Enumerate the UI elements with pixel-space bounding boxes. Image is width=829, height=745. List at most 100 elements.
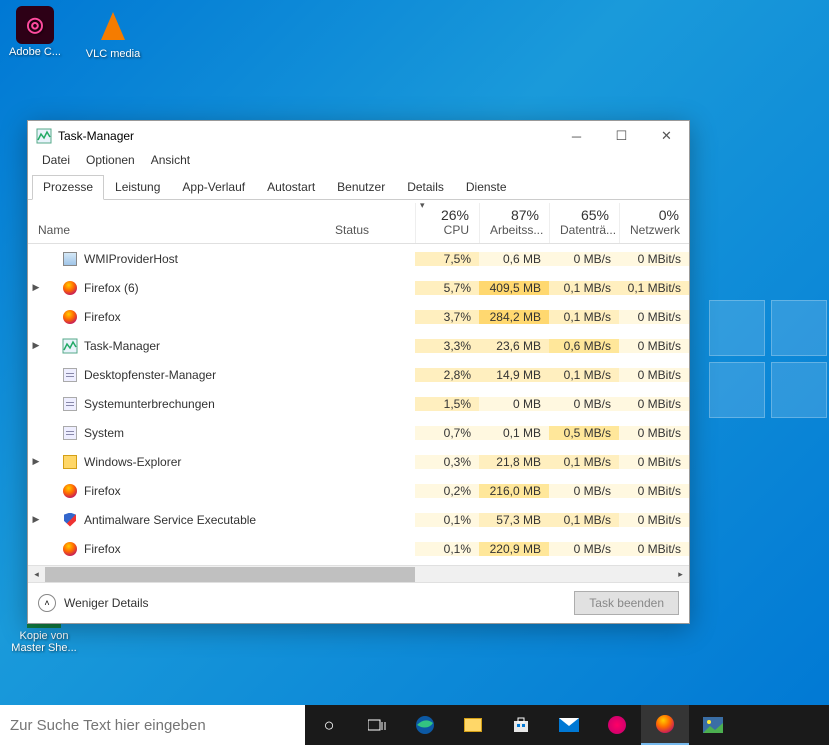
cpu-value: 3,3% xyxy=(415,339,479,353)
table-row[interactable]: System0,7%0,1 MB0,5 MB/s0 MBit/s xyxy=(28,418,689,447)
network-value: 0 MBit/s xyxy=(619,339,689,353)
collapse-details-icon[interactable]: ˄ xyxy=(38,594,56,612)
window-title: Task-Manager xyxy=(58,129,554,143)
process-icon xyxy=(62,483,78,499)
network-value: 0 MBit/s xyxy=(619,513,689,527)
desktop-icon-adobe[interactable]: ◎ Adobe C... xyxy=(0,2,70,62)
column-memory[interactable]: 87%Arbeitss... xyxy=(479,203,549,243)
process-rows: WMIProviderHost7,5%0,6 MB0 MB/s0 MBit/s ▶… xyxy=(28,244,689,565)
tab-startup[interactable]: Autostart xyxy=(256,175,326,199)
taskbar-store-icon[interactable] xyxy=(497,705,545,745)
memory-value: 23,6 MB xyxy=(479,339,549,353)
memory-value: 0 MB xyxy=(479,397,549,411)
wallpaper-windows-logo xyxy=(709,300,829,420)
minimize-button[interactable]: ─ xyxy=(554,121,599,151)
sort-indicator-icon: ▾ xyxy=(420,200,425,211)
close-button[interactable]: ✕ xyxy=(644,121,689,151)
network-value: 0 MBit/s xyxy=(619,455,689,469)
table-row[interactable]: Firefox3,7%284,2 MB0,1 MB/s0 MBit/s xyxy=(28,302,689,331)
task-manager-window: Task-Manager ─ ☐ ✕ Datei Optionen Ansich… xyxy=(27,120,690,624)
table-row[interactable]: ▶Antimalware Service Executable0,1%57,3 … xyxy=(28,505,689,534)
column-name[interactable]: Name xyxy=(28,219,325,243)
table-row[interactable]: ▶Task-Manager3,3%23,6 MB0,6 MB/s0 MBit/s xyxy=(28,331,689,360)
process-name: Firefox xyxy=(84,310,325,324)
tab-processes[interactable]: Prozesse xyxy=(32,175,104,200)
table-row[interactable]: Firefox0,2%216,0 MB0 MB/s0 MBit/s xyxy=(28,476,689,505)
taskbar-edge-icon[interactable] xyxy=(401,705,449,745)
process-icon xyxy=(62,338,78,354)
task-view-button[interactable] xyxy=(353,705,401,745)
table-row[interactable]: ▶Windows-Explorer0,3%21,8 MB0,1 MB/s0 MB… xyxy=(28,447,689,476)
expander-icon[interactable]: ▶ xyxy=(28,340,44,351)
table-row[interactable]: ▶Firefox (6)5,7%409,5 MB0,1 MB/s0,1 MBit… xyxy=(28,273,689,302)
process-icon xyxy=(62,425,78,441)
expander-icon[interactable]: ▶ xyxy=(28,456,44,467)
process-icon xyxy=(62,367,78,383)
column-status[interactable]: Status xyxy=(325,219,415,243)
desktop-icon-vlc[interactable]: VLC media xyxy=(78,2,148,64)
network-value: 0,1 MBit/s xyxy=(619,281,689,295)
process-name: Desktopfenster-Manager xyxy=(84,368,325,382)
bottombar: ˄ Weniger Details Task beenden xyxy=(28,582,689,623)
disk-value: 0,1 MB/s xyxy=(549,513,619,527)
scroll-left-icon[interactable]: ◂ xyxy=(28,569,45,580)
tab-app-history[interactable]: App-Verlauf xyxy=(171,175,256,199)
table-row[interactable]: Firefox0,1%220,9 MB0 MB/s0 MBit/s xyxy=(28,534,689,563)
memory-value: 0,1 MB xyxy=(479,426,549,440)
process-name: System xyxy=(84,426,325,440)
menu-options[interactable]: Optionen xyxy=(78,151,143,171)
menu-file[interactable]: Datei xyxy=(34,151,78,171)
search-input[interactable] xyxy=(10,717,295,734)
taskbar-explorer-icon[interactable] xyxy=(449,705,497,745)
disk-value: 0 MB/s xyxy=(549,252,619,266)
process-name: Firefox (6) xyxy=(84,281,325,295)
taskbar-search[interactable] xyxy=(0,705,305,745)
cpu-value: 0,3% xyxy=(415,455,479,469)
cortana-button[interactable]: ○ xyxy=(305,705,353,745)
taskbar-app-icon[interactable] xyxy=(593,705,641,745)
expander-icon[interactable]: ▶ xyxy=(28,514,44,525)
cpu-value: 7,5% xyxy=(415,252,479,266)
process-name: Antimalware Service Executable xyxy=(84,513,325,527)
table-row[interactable]: WMIProviderHost7,5%0,6 MB0 MB/s0 MBit/s xyxy=(28,244,689,273)
maximize-button[interactable]: ☐ xyxy=(599,121,644,151)
table-row[interactable]: Desktopfenster-Manager2,8%14,9 MB0,1 MB/… xyxy=(28,360,689,389)
tab-services[interactable]: Dienste xyxy=(455,175,518,199)
network-value: 0 MBit/s xyxy=(619,542,689,556)
details-toggle-label[interactable]: Weniger Details xyxy=(64,596,574,610)
table-row[interactable]: Systemunterbrechungen1,5%0 MB0 MB/s0 MBi… xyxy=(28,389,689,418)
menubar: Datei Optionen Ansicht xyxy=(28,151,689,171)
column-disk[interactable]: 65%Datenträ... xyxy=(549,203,619,243)
tab-performance[interactable]: Leistung xyxy=(104,175,171,199)
network-value: 0 MBit/s xyxy=(619,484,689,498)
process-icon xyxy=(62,251,78,267)
scroll-right-icon[interactable]: ▸ xyxy=(672,569,689,580)
expander-icon[interactable]: ▶ xyxy=(28,282,44,293)
memory-value: 14,9 MB xyxy=(479,368,549,382)
disk-value: 0,1 MB/s xyxy=(549,455,619,469)
network-value: 0 MBit/s xyxy=(619,310,689,324)
titlebar[interactable]: Task-Manager ─ ☐ ✕ xyxy=(28,121,689,151)
taskbar: ○ xyxy=(0,705,829,745)
menu-view[interactable]: Ansicht xyxy=(143,151,198,171)
disk-value: 0 MB/s xyxy=(549,397,619,411)
taskbar-photos-icon[interactable] xyxy=(689,705,737,745)
cpu-value: 0,1% xyxy=(415,513,479,527)
table-row[interactable]: uUpwork0,1%21,6 MB0,1 MB/s0 MBit/s xyxy=(28,563,689,565)
process-icon xyxy=(62,280,78,296)
process-name: Firefox xyxy=(84,484,325,498)
end-task-button[interactable]: Task beenden xyxy=(574,591,679,615)
taskbar-firefox-icon[interactable] xyxy=(641,705,689,745)
process-icon xyxy=(62,396,78,412)
cpu-value: 1,5% xyxy=(415,397,479,411)
horizontal-scrollbar[interactable]: ◂ ▸ xyxy=(28,565,689,582)
cpu-value: 3,7% xyxy=(415,310,479,324)
disk-value: 0,5 MB/s xyxy=(549,426,619,440)
cpu-value: 2,8% xyxy=(415,368,479,382)
column-network[interactable]: 0%Netzwerk xyxy=(619,203,689,243)
tab-users[interactable]: Benutzer xyxy=(326,175,396,199)
network-value: 0 MBit/s xyxy=(619,368,689,382)
disk-value: 0,1 MB/s xyxy=(549,310,619,324)
taskbar-mail-icon[interactable] xyxy=(545,705,593,745)
tab-details[interactable]: Details xyxy=(396,175,455,199)
